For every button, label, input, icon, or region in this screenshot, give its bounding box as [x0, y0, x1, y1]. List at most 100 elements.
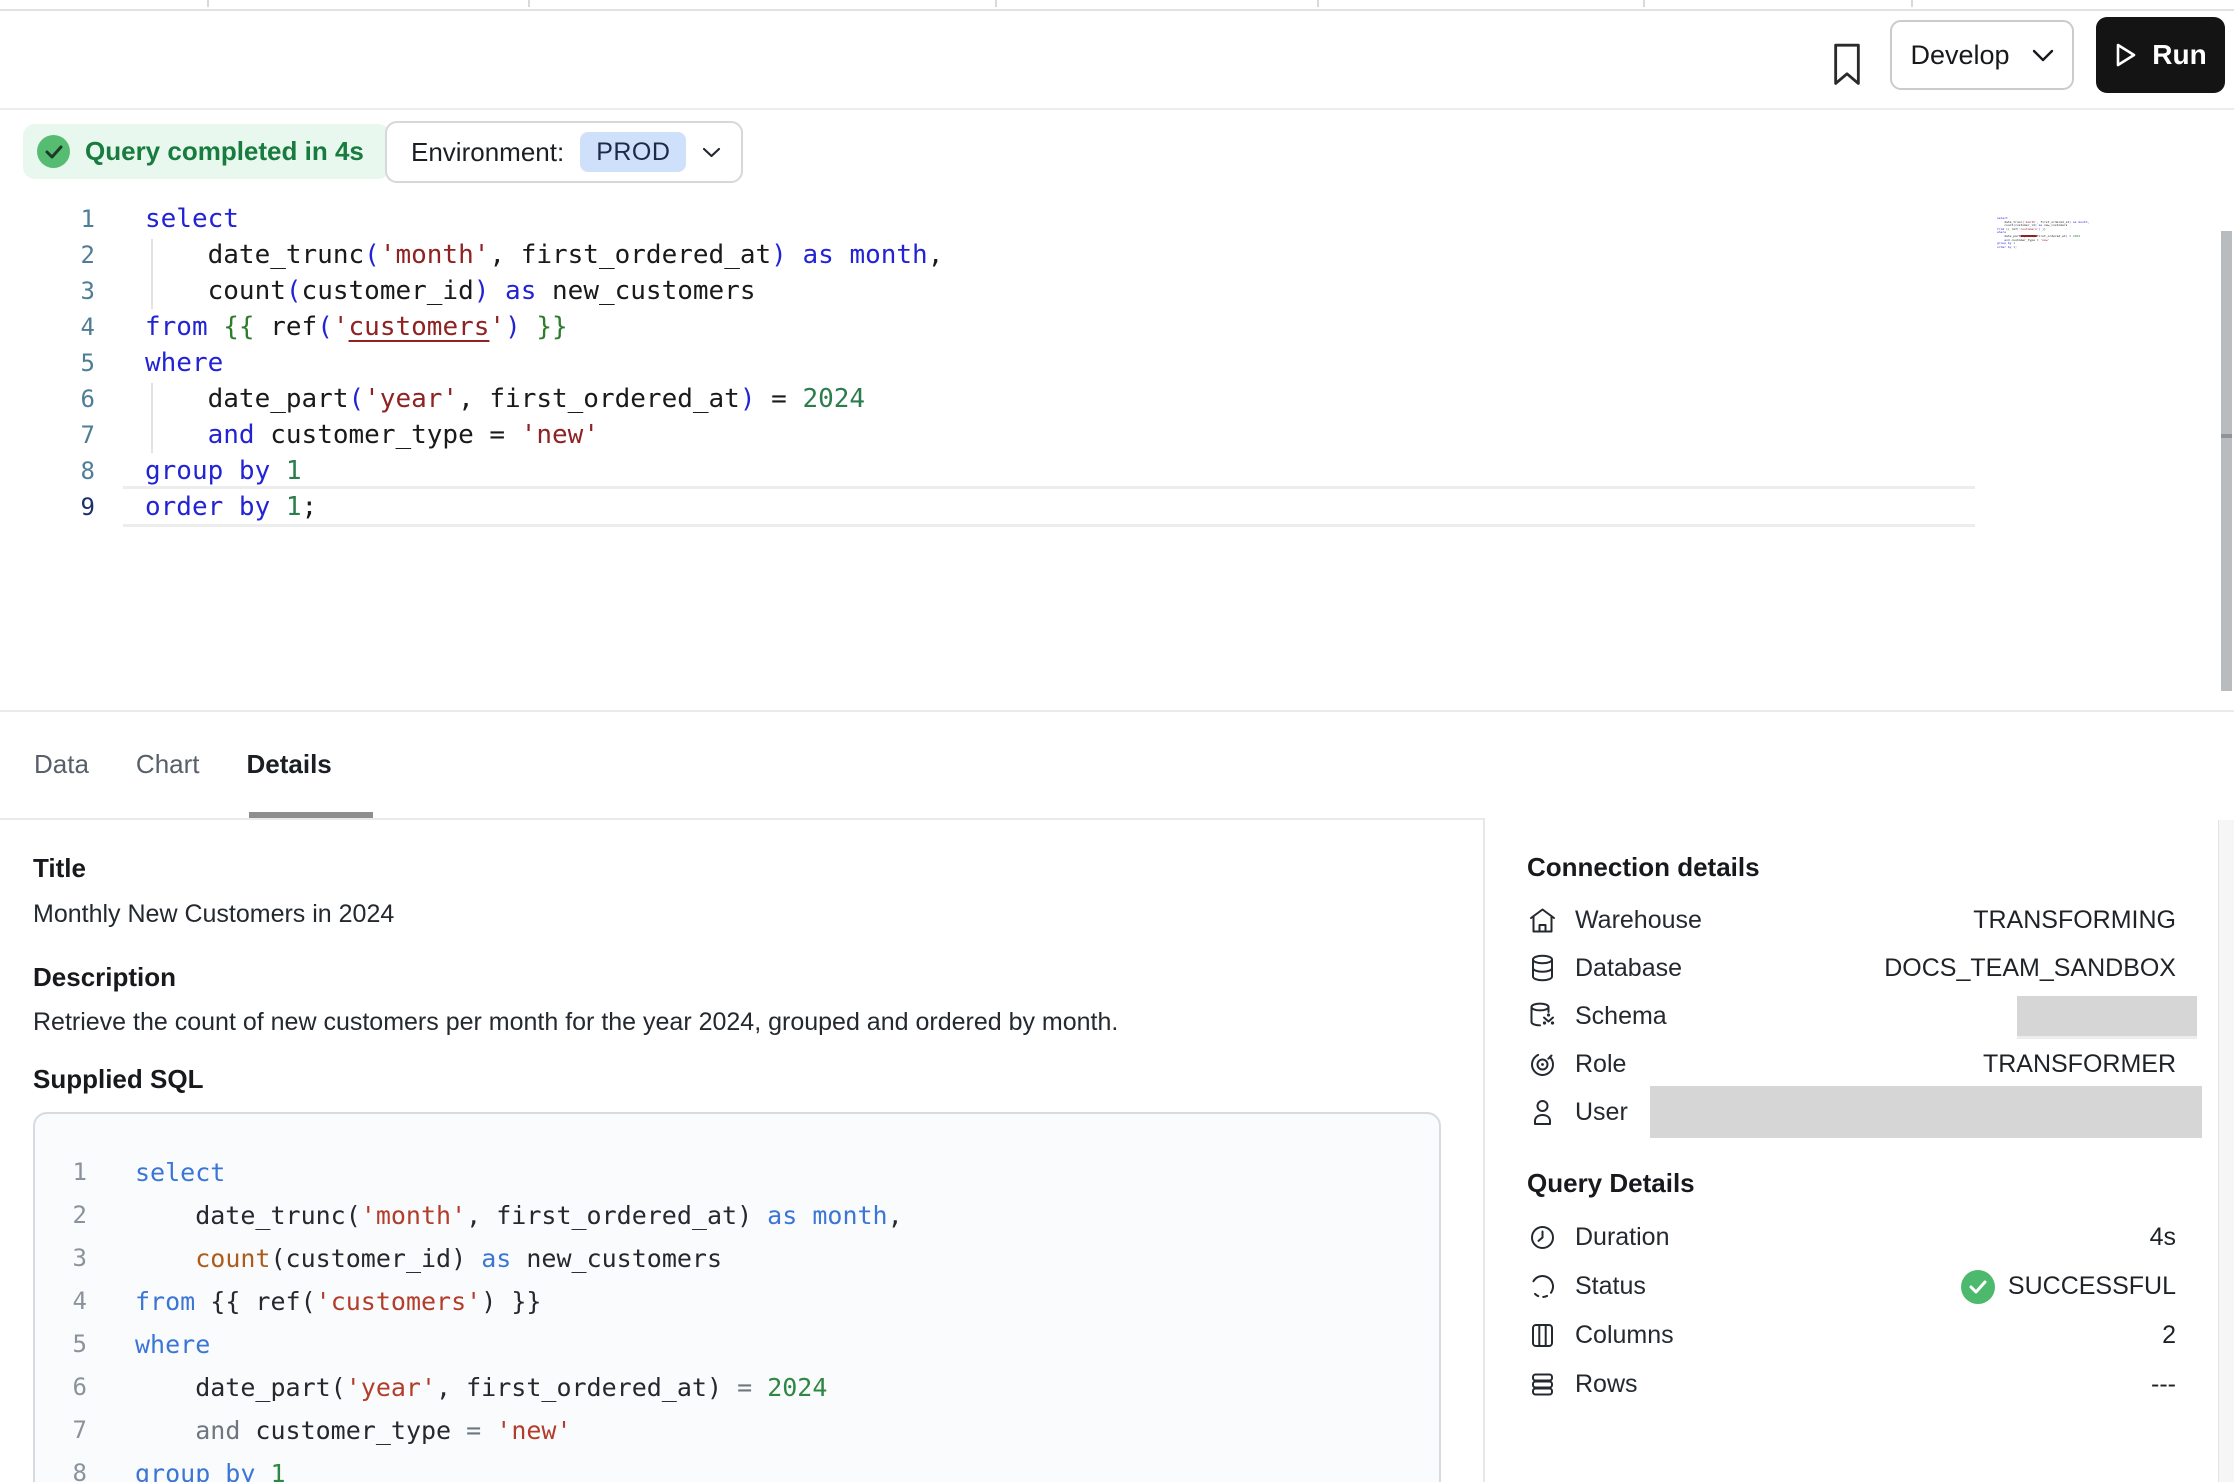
role-icon: [1527, 1049, 1558, 1080]
user-icon: [1527, 1097, 1558, 1128]
tab-details[interactable]: Details: [247, 749, 332, 780]
tab-chart[interactable]: Chart: [136, 749, 200, 780]
line-number: 3: [35, 1237, 87, 1280]
scrollbar-notch: [2221, 434, 2232, 438]
tab-divider: [1643, 0, 1645, 7]
line-number: 2: [0, 237, 95, 273]
line-number: 8: [35, 1452, 87, 1482]
row-value: TRANSFORMING: [1973, 906, 2176, 935]
row-value: 2: [2162, 1321, 2176, 1350]
row-value: DOCS_TEAM_SANDBOX: [1884, 954, 2176, 983]
row-value: TRANSFORMER: [1983, 1050, 2176, 1079]
query-status-badge: Query completed in 4s: [23, 124, 390, 179]
connection-row-role: Role TRANSFORMER: [1527, 1040, 2176, 1088]
tab-divider: [995, 0, 997, 7]
title-heading: Title: [33, 853, 86, 884]
active-line-rule: [123, 524, 1975, 527]
code-line: order by 1;: [1997, 235, 2107, 239]
run-button[interactable]: Run: [2096, 17, 2225, 93]
tab-divider: [207, 0, 209, 7]
active-line-rule: [123, 486, 1975, 489]
row-label: Database: [1575, 954, 1682, 983]
line-number: 3: [0, 273, 95, 309]
success-check-icon: [1961, 1270, 1995, 1304]
connection-details-heading: Connection details: [1527, 852, 1760, 883]
row-label: User: [1575, 1098, 1628, 1127]
query-row-status: StatusSUCCESSFUL: [1527, 1262, 2176, 1311]
browser-tab-strip: [0, 0, 2234, 11]
line-number: 7: [0, 417, 95, 453]
code-line: 6 date_part('year', first_ordered_at) = …: [35, 1366, 1439, 1409]
code-line: 1select: [35, 1151, 1439, 1194]
query-status-text: Query completed in 4s: [85, 136, 364, 167]
line-number: 6: [0, 381, 95, 417]
connection-row-warehouse: Warehouse TRANSFORMING: [1527, 896, 2176, 944]
query-row-duration: Duration4s: [1527, 1213, 2176, 1262]
row-value: 4s: [2150, 1223, 2176, 1252]
tab-data[interactable]: Data: [34, 749, 89, 780]
warehouse-icon: [1527, 905, 1558, 936]
code-line: 2 date_trunc('month', first_ordered_at) …: [0, 237, 1990, 273]
line-number: 2: [35, 1194, 87, 1237]
row-label: Rows: [1575, 1370, 1638, 1399]
code-line: 8group by 1: [0, 453, 1990, 489]
redacted-value: [1650, 1086, 2202, 1138]
toolbar: Develop Run: [0, 11, 2234, 110]
check-circle-icon: [37, 135, 70, 168]
description-value: Retrieve the count of new customers per …: [33, 1008, 1118, 1037]
tab-divider: [1911, 0, 1913, 7]
editor-minimap[interactable]: select date_trunc('month', first_ordered…: [1997, 206, 2107, 250]
code-line: 1select: [0, 201, 1990, 237]
indent-guide: [151, 383, 153, 453]
query-row-rows: Rows---: [1527, 1360, 2176, 1409]
active-tab-underline: [249, 812, 373, 818]
bookmark-button[interactable]: [1829, 41, 1865, 89]
chevron-down-icon: [702, 147, 721, 158]
row-label: Warehouse: [1575, 906, 1702, 935]
columns-icon: [1527, 1320, 1558, 1351]
description-heading: Description: [33, 962, 176, 993]
supplied-sql-heading: Supplied SQL: [33, 1064, 203, 1095]
line-number: 8: [0, 453, 95, 489]
row-label: Status: [1575, 1272, 1646, 1301]
app-window: Develop Run Query completed in 4s Enviro…: [0, 0, 2234, 1482]
environment-selector[interactable]: Environment: PROD: [385, 121, 743, 183]
develop-button[interactable]: Develop: [1890, 20, 2074, 90]
environment-value-chip: PROD: [580, 132, 686, 172]
connection-row-database: Database DOCS_TEAM_SANDBOX: [1527, 944, 2176, 992]
title-value: Monthly New Customers in 2024: [33, 900, 394, 929]
code-line: 2 date_trunc('month', first_ordered_at) …: [35, 1194, 1439, 1237]
line-number: 4: [0, 309, 95, 345]
editor-scrollbar-thumb[interactable]: [2221, 231, 2232, 691]
indent-guide: [151, 239, 153, 309]
line-number: 4: [35, 1280, 87, 1323]
tab-divider: [528, 0, 530, 7]
code-line: 5where: [35, 1323, 1439, 1366]
line-number: 7: [35, 1409, 87, 1452]
develop-button-label: Develop: [1910, 40, 2009, 71]
chevron-down-icon: [2032, 49, 2054, 62]
line-number: 5: [0, 345, 95, 381]
code-line: 7 and customer_type = 'new': [0, 417, 1990, 453]
query-row-columns: Columns 2: [1527, 1311, 2176, 1360]
row-label: Role: [1575, 1050, 1626, 1079]
ref-customers-link[interactable]: customers: [349, 312, 490, 342]
duration-icon: [1527, 1222, 1558, 1253]
code-line: 5where: [0, 345, 1990, 381]
code-line: 3 count(customer_id) as new_customers: [0, 273, 1990, 309]
details-scrollbar-track[interactable]: [2218, 820, 2234, 1482]
code-line: 4from {{ ref('customers') }}: [35, 1280, 1439, 1323]
row-label: Schema: [1575, 1002, 1667, 1031]
run-button-label: Run: [2152, 39, 2206, 71]
row-label: Columns: [1575, 1321, 1674, 1350]
supplied-sql-block: 1select2 date_trunc('month', first_order…: [33, 1112, 1441, 1482]
line-number: 6: [35, 1366, 87, 1409]
sql-editor[interactable]: 1select2 date_trunc('month', first_order…: [0, 201, 1990, 525]
schema-icon: [1527, 1001, 1558, 1032]
code-line: 7 and customer_type = 'new': [35, 1409, 1439, 1452]
database-icon: [1527, 953, 1558, 984]
connection-row-schema: Schema: [1527, 992, 2176, 1040]
query-details-heading: Query Details: [1527, 1168, 1695, 1199]
rows-icon: [1527, 1369, 1558, 1400]
status-icon: [1527, 1271, 1558, 1302]
